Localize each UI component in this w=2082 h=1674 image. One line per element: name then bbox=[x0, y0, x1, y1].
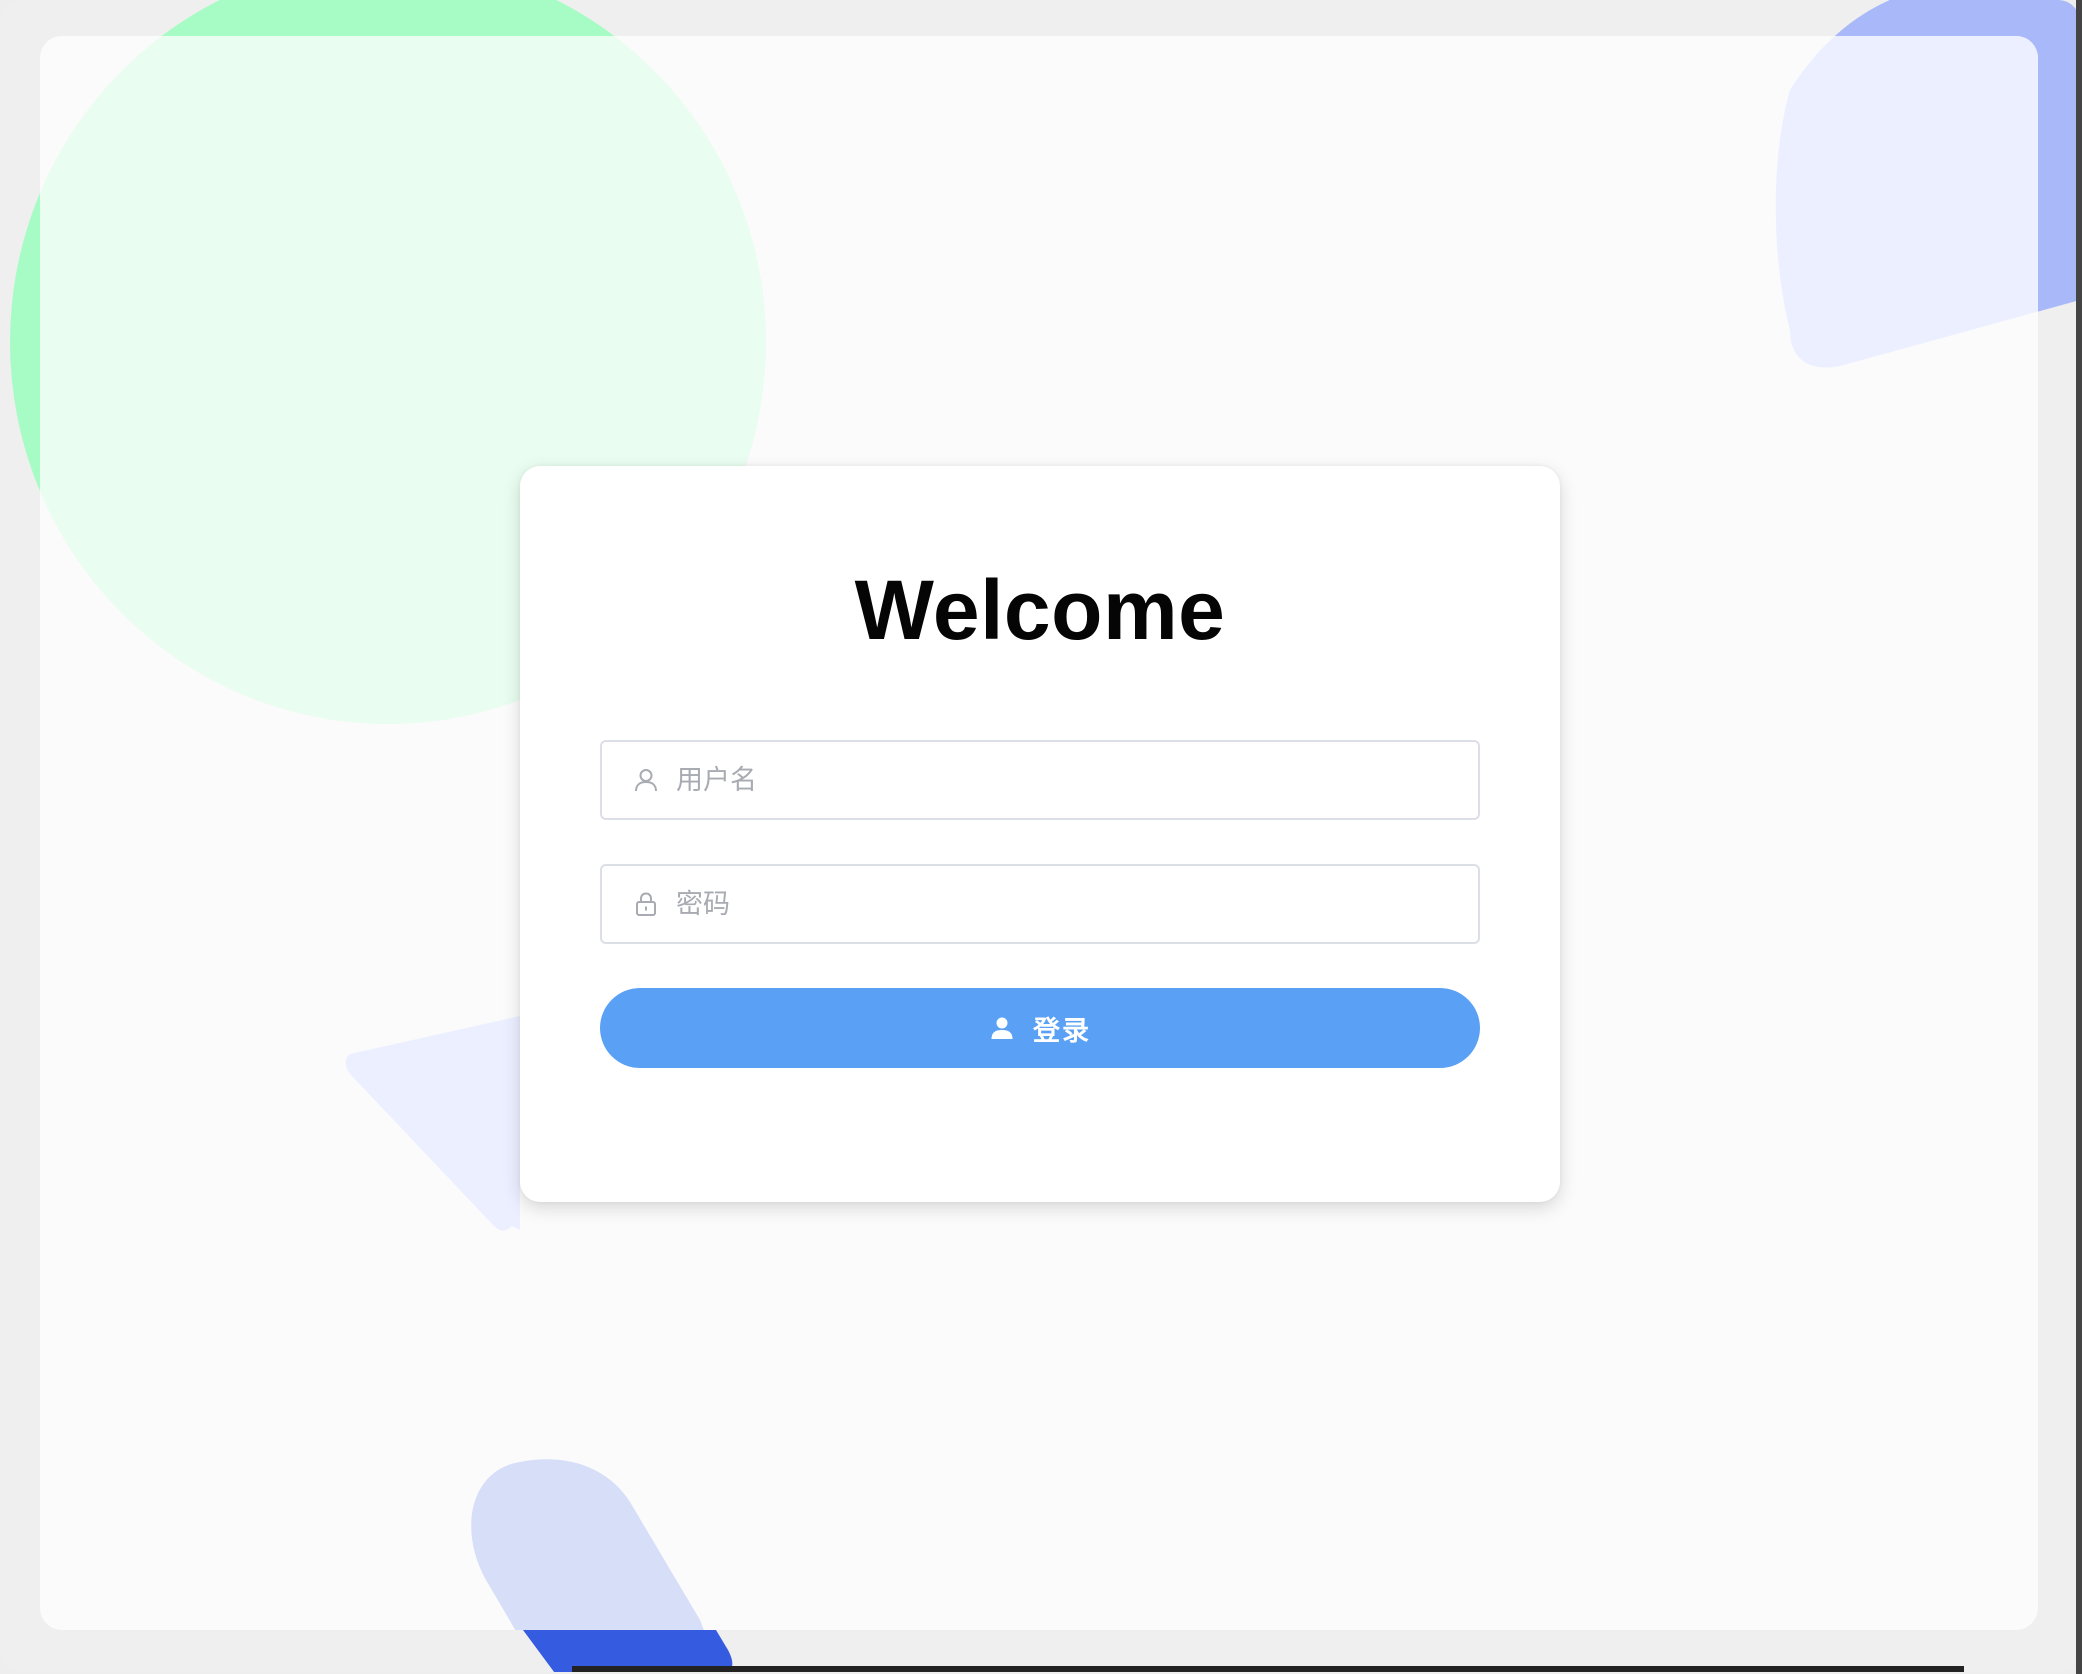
username-field[interactable] bbox=[600, 740, 1480, 820]
login-button-label: 登录 bbox=[1033, 1015, 1091, 1047]
password-input[interactable] bbox=[676, 866, 1478, 942]
lock-icon bbox=[632, 890, 660, 918]
login-card: Welcome 用户名 登录 bbox=[520, 466, 1560, 1202]
username-input[interactable] bbox=[676, 742, 1478, 818]
page-title: Welcome bbox=[854, 563, 1226, 657]
app-window: Welcome 用户名 登录 bbox=[0, 0, 2080, 1672]
user-icon bbox=[632, 766, 660, 794]
password-field[interactable] bbox=[600, 864, 1480, 944]
screen-right-edge bbox=[2076, 0, 2082, 1674]
login-button[interactable]: 登录 bbox=[600, 988, 1480, 1068]
user-filled-icon bbox=[989, 1015, 1015, 1041]
window-bottom-edge bbox=[572, 1666, 1964, 1672]
